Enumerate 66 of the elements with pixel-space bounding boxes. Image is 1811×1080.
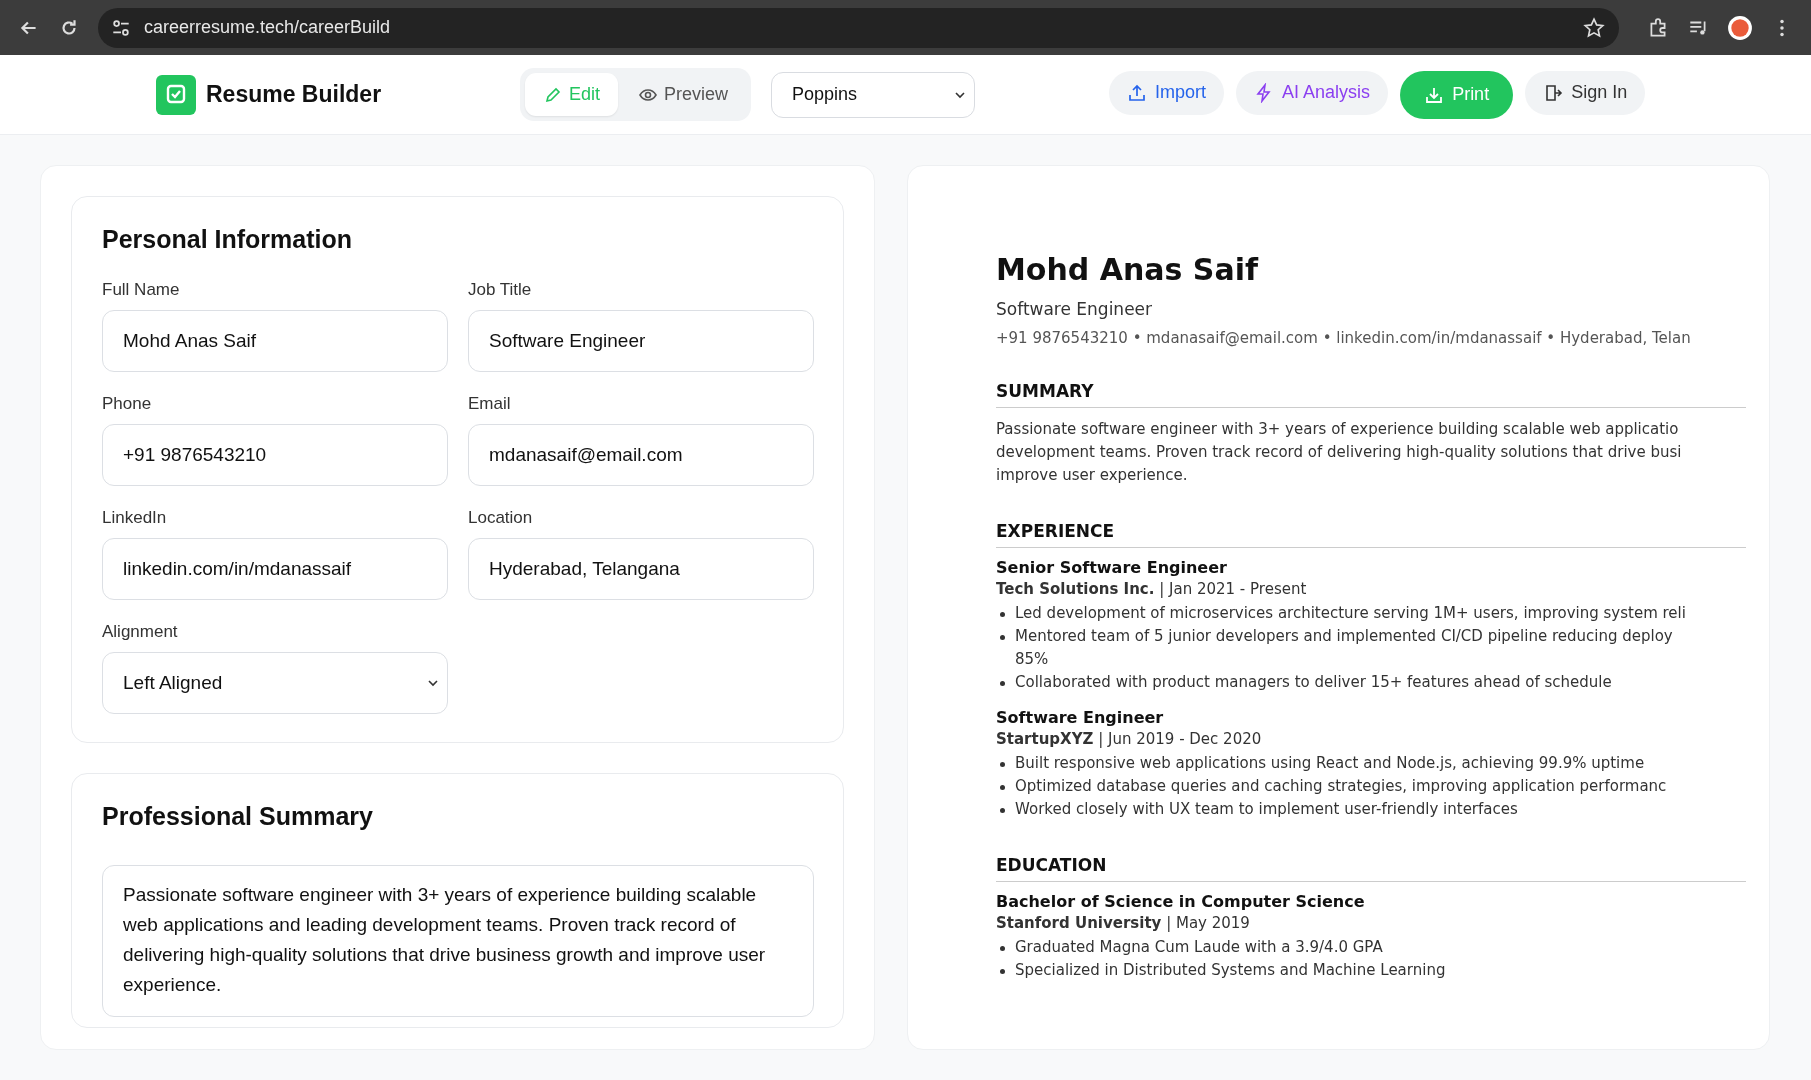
section-title: Personal Information — [102, 225, 354, 254]
entry-title: Bachelor of Science in Computer Science — [996, 892, 1366, 911]
bullet-icon — [1000, 808, 1005, 813]
field-label: Location — [468, 508, 534, 528]
alignment-select[interactable]: Left Aligned — [102, 652, 448, 714]
bullet-icon — [1000, 946, 1005, 951]
font-select[interactable]: Poppins — [771, 71, 976, 118]
input-field[interactable]: Mohd Anas Saif — [102, 310, 448, 372]
action-button[interactable]: Import — [1109, 70, 1225, 115]
bullet-icon — [1000, 785, 1005, 790]
resume-name: Mohd Anas Saif — [996, 252, 1260, 287]
bullet-text: Specialized in Distributed Systems and Machine Learning — [1015, 960, 1446, 981]
bullet-icon — [1000, 612, 1005, 617]
entry-dates: | Jan 2021 - Present — [1159, 580, 1307, 598]
profile-avatar[interactable] — [1727, 14, 1753, 41]
bullet-text: Optimized database queries and caching strategies, improving application performanc — [1015, 776, 1667, 797]
bullet-text: Led development of microservices architecture serving 1M+ users, improving system reli — [1015, 603, 1686, 624]
field-label: Job Title — [468, 280, 533, 300]
summary-line: improve user experience. — [996, 465, 1189, 486]
star-icon[interactable] — [1583, 16, 1605, 39]
entry-title: Software Engineer — [996, 708, 1165, 727]
logo-icon — [156, 74, 196, 115]
bullet-text: Graduated Magna Cum Laude with a 3.9/4.0 GPA — [1015, 937, 1383, 958]
chevron-down-icon — [427, 677, 439, 689]
address-bar[interactable]: careerresume.tech/careerBuild — [98, 7, 1619, 48]
section-title: Professional Summary — [102, 802, 374, 831]
bullet-icon — [1000, 635, 1005, 640]
url-text: careerresume.tech/careerBuild — [144, 17, 392, 38]
entry-organization: Stanford University — [996, 914, 1162, 932]
bullet-icon — [1000, 681, 1005, 686]
field-label: LinkedIn — [102, 508, 168, 528]
input-field[interactable]: +91 9876543210 — [102, 424, 448, 486]
door-icon — [1543, 82, 1564, 103]
view-tab[interactable]: Preview — [620, 73, 747, 116]
input-field[interactable]: linkedin.com/in/mdanassaif — [102, 538, 448, 600]
entry-dates: | Jun 2019 - Dec 2020 — [1098, 730, 1262, 748]
field-label: Alignment — [102, 622, 179, 642]
section-heading: SUMMARY — [996, 381, 1095, 401]
entry-dates: | May 2019 — [1166, 914, 1250, 932]
bullet-text: Mentored team of 5 junior developers and implemented CI/CD pipeline reducing deploy — [1015, 626, 1673, 647]
entry-title: Senior Software Engineer — [996, 558, 1228, 577]
bullet-icon — [1000, 969, 1005, 974]
field-label: Email — [468, 394, 512, 414]
summary-line: development teams. Proven track record of delivering high-quality solutions that drive busi — [996, 442, 1683, 463]
summary-textarea[interactable]: Passionate software engineer with 3+ years of experience building scalable web applications and leading development teams. Proven track record of delivering high-quality solutions that drive business growth and improve user experience. — [102, 865, 814, 1017]
bullet-text: Built responsive web applications using React and Node.js, achieving 99.9% uptime — [1015, 753, 1645, 774]
entry-organization: Tech Solutions Inc. — [996, 580, 1155, 598]
contact-line: +91 9876543210 • mdanasaif@email.com • linkedin.com/in/mdanassaif • Hyderabad, Telan — [996, 329, 1692, 347]
bullet-text: 85% — [1015, 649, 1050, 670]
section-heading: EDUCATION — [996, 855, 1108, 875]
upload-icon — [1127, 82, 1148, 103]
input-field[interactable]: mdanasaif@email.com — [468, 424, 814, 486]
resume-job-title: Software Engineer — [996, 299, 1154, 319]
brand-name: Resume Builder — [206, 81, 382, 108]
action-button[interactable]: AI Analysis — [1236, 70, 1389, 115]
field-label: Full Name — [102, 280, 181, 300]
input-field[interactable]: Hyderabad, Telangana — [468, 538, 814, 600]
action-button[interactable]: Sign In — [1525, 70, 1646, 115]
entry-organization: StartupXYZ — [996, 730, 1094, 748]
summary-line: Passionate software engineer with 3+ years of experience building scalable web applicatio — [996, 419, 1680, 440]
section-heading: EXPERIENCE — [996, 521, 1116, 541]
bullet-text: Collaborated with product managers to deliver 15+ features ahead of schedule — [1015, 672, 1612, 693]
field-label: Phone — [102, 394, 153, 414]
bullet-text: Worked closely with UX team to implement user-friendly interfaces — [1015, 799, 1518, 820]
input-field[interactable]: Software Engineer — [468, 310, 814, 372]
bullet-icon — [1000, 762, 1005, 767]
